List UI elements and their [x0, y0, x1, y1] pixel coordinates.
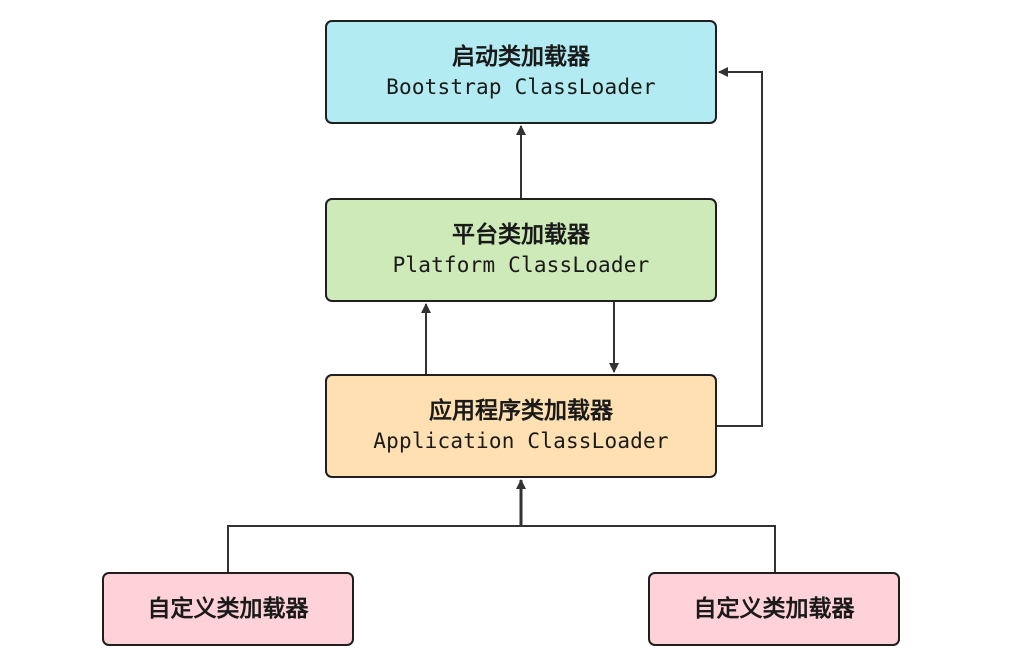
- platform-title: 平台类加载器: [452, 222, 590, 248]
- custom-classloader-box-right: 自定义类加载器: [648, 572, 900, 646]
- application-classloader-box: 应用程序类加载器 Application ClassLoader: [325, 374, 717, 478]
- platform-subtitle: Platform ClassLoader: [392, 253, 650, 277]
- custom-right-title: 自定义类加载器: [693, 596, 855, 622]
- platform-classloader-box: 平台类加载器 Platform ClassLoader: [325, 198, 717, 302]
- edge-application-to-bootstrap: [717, 67, 763, 427]
- bootstrap-title: 启动类加载器: [452, 44, 590, 70]
- edge-custom-left-to-application: [227, 525, 521, 572]
- bootstrap-classloader-box: 启动类加载器 Bootstrap ClassLoader: [325, 20, 717, 124]
- application-title: 应用程序类加载器: [429, 398, 613, 424]
- class-loader-diagram: 启动类加载器 Bootstrap ClassLoader 平台类加载器 Plat…: [0, 0, 1009, 668]
- edge-custom-right-to-application: [521, 525, 776, 572]
- custom-classloader-box-left: 自定义类加载器: [102, 572, 354, 646]
- application-subtitle: Application ClassLoader: [373, 429, 669, 453]
- bootstrap-subtitle: Bootstrap ClassLoader: [386, 75, 656, 99]
- custom-left-title: 自定义类加载器: [147, 596, 309, 622]
